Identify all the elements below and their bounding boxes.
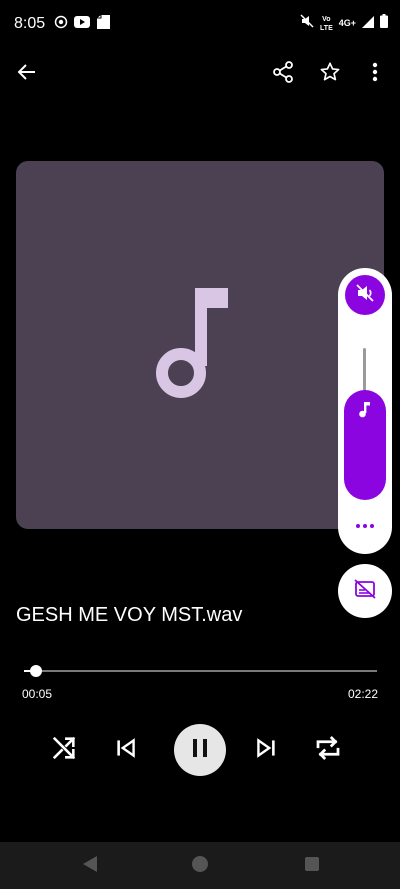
star-icon — [319, 61, 341, 88]
share-icon — [272, 60, 294, 88]
shuffle-icon — [50, 734, 78, 767]
network-label: Vo LTE — [320, 15, 333, 32]
favorite-button[interactable] — [310, 54, 350, 94]
volume-slider[interactable] — [344, 390, 386, 500]
music-note-icon — [155, 287, 245, 403]
nav-recents-icon — [304, 856, 320, 877]
nav-recents-button[interactable] — [298, 852, 326, 880]
nav-back-button[interactable] — [76, 852, 104, 880]
live-caption-button[interactable] — [338, 564, 392, 618]
shuffle-button[interactable] — [42, 728, 86, 772]
screen: 8:05 Vo LTE 4G+ GESH ME VOY MST.wav 00:0… — [0, 0, 400, 889]
seek-bar[interactable] — [24, 665, 377, 677]
network-type-group: 4G+ — [339, 19, 356, 28]
signal-icon — [362, 15, 374, 33]
elapsed-time: 00:05 — [22, 687, 53, 701]
network-type: 4G+ — [338, 18, 356, 28]
total-time: 02:22 — [347, 687, 378, 701]
battery-icon — [380, 14, 388, 33]
previous-button[interactable] — [104, 728, 148, 772]
notification-icon — [97, 15, 110, 34]
youtube-icon — [74, 15, 90, 34]
screen-record-icon — [54, 15, 68, 34]
repeat-icon — [313, 733, 343, 768]
pause-icon — [190, 737, 210, 764]
volume-mute-button[interactable] — [345, 275, 385, 315]
status-time: 8:05 — [14, 15, 46, 32]
volume-more-button[interactable] — [351, 516, 379, 536]
nav-back-icon — [82, 855, 98, 878]
more-options-button[interactable] — [355, 54, 395, 94]
status-bar: 8:05 Vo LTE 4G+ — [0, 0, 400, 48]
mute-icon — [300, 14, 314, 33]
more-vert-icon — [372, 62, 378, 87]
nav-home-icon — [191, 855, 209, 878]
more-dot — [356, 524, 360, 528]
next-button[interactable] — [244, 728, 288, 772]
more-dot — [370, 524, 374, 528]
share-button[interactable] — [263, 54, 303, 94]
caption-off-icon — [354, 578, 376, 604]
volume-panel — [338, 268, 392, 554]
app-bar — [0, 52, 400, 96]
music-note-small-icon — [358, 402, 372, 423]
nav-home-button[interactable] — [186, 852, 214, 880]
repeat-button[interactable] — [306, 728, 350, 772]
album-art — [16, 161, 384, 529]
more-dot — [363, 524, 367, 528]
seek-thumb[interactable] — [30, 665, 42, 677]
pause-button[interactable] — [174, 724, 226, 776]
back-arrow-icon — [17, 62, 37, 87]
skip-next-icon — [253, 735, 279, 766]
system-nav-bar — [0, 842, 400, 889]
back-button[interactable] — [7, 54, 47, 94]
skip-previous-icon — [113, 735, 139, 766]
song-title: GESH ME VOY MST.wav — [16, 604, 243, 626]
volume-off-icon — [355, 283, 375, 308]
status-right-group: Vo LTE 4G+ — [300, 14, 388, 33]
